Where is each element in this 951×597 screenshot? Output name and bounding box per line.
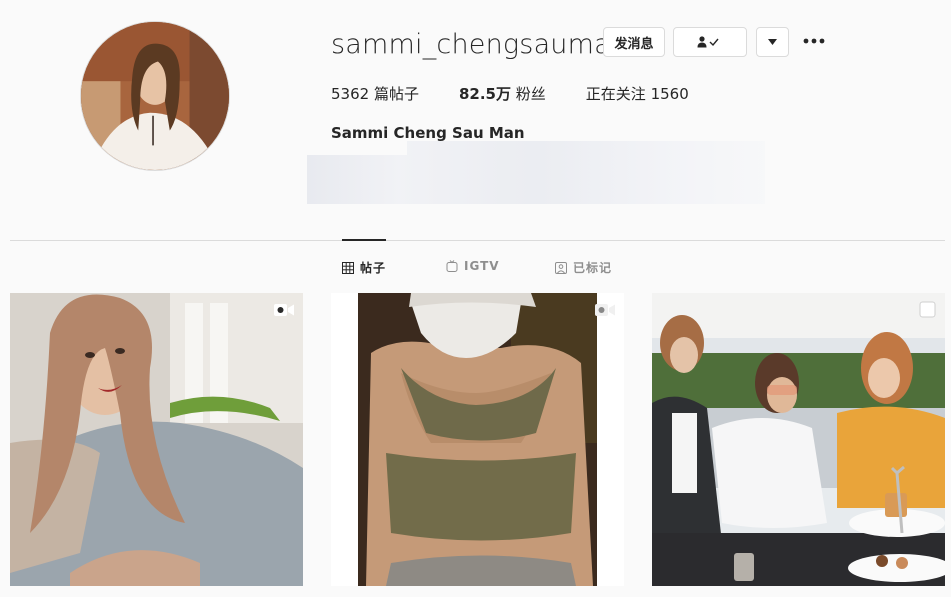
post-thumbnail[interactable] <box>331 293 624 586</box>
tagged-icon <box>555 261 567 274</box>
profile-page: sammi_chengsauman 发消息 5362 篇帖子 82.5万 粉丝 … <box>0 0 951 597</box>
suggestions-dropdown-button[interactable] <box>756 27 789 57</box>
igtv-icon <box>446 260 458 272</box>
tab-posts[interactable]: 帖子 <box>342 259 386 276</box>
followers-stat[interactable]: 82.5万 粉丝 <box>459 83 546 104</box>
video-icon <box>595 304 615 316</box>
post-thumbnail[interactable] <box>10 293 303 586</box>
following-label: 正在关注 <box>585 85 646 103</box>
more-horizontal-icon[interactable] <box>802 34 826 48</box>
grid-icon <box>342 261 354 274</box>
video-icon <box>274 304 294 316</box>
full-name: Sammi Cheng Sau Man <box>331 124 525 142</box>
posts-stat: 5362 篇帖子 <box>331 83 419 104</box>
username: sammi_chengsauman <box>331 29 629 60</box>
person-check-icon <box>697 36 719 48</box>
blurred-bio <box>307 141 765 204</box>
profile-stats: 5362 篇帖子 82.5万 粉丝 正在关注 1560 <box>331 83 729 104</box>
post-photo <box>331 293 624 586</box>
profile-avatar[interactable] <box>80 21 230 171</box>
tab-tagged[interactable]: 已标记 <box>555 259 612 276</box>
post-photo <box>652 293 945 586</box>
tab-igtv-label: IGTV <box>464 259 500 273</box>
tabs-divider <box>10 240 945 241</box>
following-count: 1560 <box>650 85 689 103</box>
message-button[interactable]: 发消息 <box>603 27 665 57</box>
profile-tabs: 帖子 IGTV 已标记 <box>0 259 951 277</box>
posts-label: 篇帖子 <box>373 85 419 103</box>
tab-posts-label: 帖子 <box>360 261 387 275</box>
post-photo <box>10 293 303 586</box>
carousel-icon <box>919 301 936 318</box>
caret-down-icon <box>768 39 777 45</box>
avatar-photo <box>81 22 229 170</box>
post-thumbnail[interactable] <box>652 293 945 586</box>
posts-count: 5362 <box>331 85 370 103</box>
followers-label: 粉丝 <box>515 85 546 103</box>
tab-tagged-label: 已标记 <box>573 261 613 275</box>
following-stat[interactable]: 正在关注 1560 <box>586 83 689 104</box>
followers-count: 82.5万 <box>458 85 511 103</box>
active-tab-indicator <box>342 239 386 241</box>
following-button[interactable] <box>673 27 747 57</box>
tab-igtv[interactable]: IGTV <box>446 259 500 273</box>
